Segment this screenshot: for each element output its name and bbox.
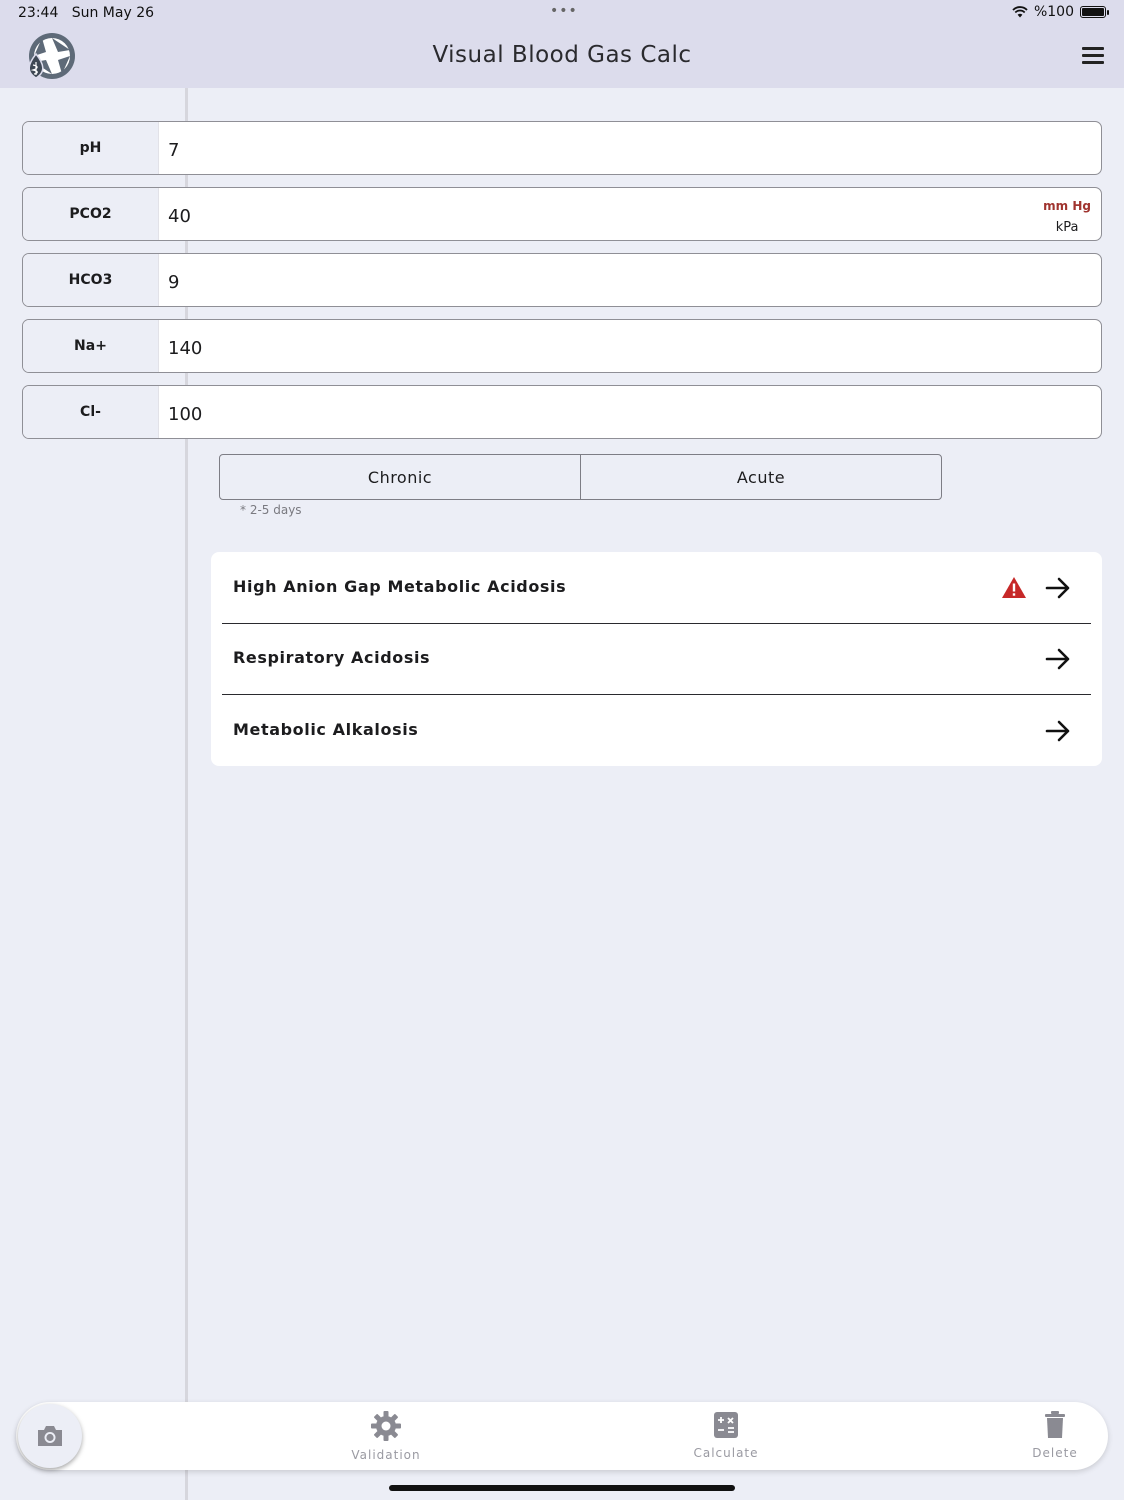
cl-input[interactable] — [168, 386, 1091, 438]
na-label: Na+ — [23, 320, 159, 372]
tab-validation[interactable]: Validation — [336, 1410, 436, 1462]
ph-field[interactable]: pH — [22, 121, 1102, 175]
multitasking-dots-icon[interactable]: ••• — [550, 3, 578, 19]
arrow-right-icon[interactable] — [1045, 719, 1071, 743]
chronicity-segmented-control[interactable]: Chronic Acute — [219, 454, 942, 500]
gear-icon — [371, 1411, 401, 1441]
arrow-right-icon[interactable] — [1045, 576, 1071, 600]
camera-button[interactable] — [18, 1404, 82, 1468]
result-row[interactable]: Metabolic Alkalosis — [222, 695, 1091, 766]
acute-option[interactable]: Acute — [580, 455, 941, 499]
ph-label: pH — [23, 122, 159, 174]
result-label: Respiratory Acidosis — [233, 648, 431, 667]
hco3-label: HCO3 — [23, 254, 159, 306]
trash-icon — [1045, 1411, 1065, 1438]
tab-calculate[interactable]: Calculate — [676, 1410, 776, 1460]
warning-icon — [1002, 577, 1026, 598]
cl-label: Cl- — [23, 386, 159, 438]
pco2-label: PCO2 — [23, 188, 159, 240]
unit-mmhg-option[interactable]: mm Hg — [1043, 196, 1091, 217]
tab-calculate-label: Calculate — [693, 1446, 759, 1460]
result-row[interactable]: Respiratory Acidosis — [222, 623, 1091, 695]
chronic-option[interactable]: Chronic — [220, 455, 580, 499]
wifi-icon — [1012, 6, 1028, 18]
tab-delete[interactable]: Delete — [1005, 1410, 1105, 1460]
battery-icon — [1080, 6, 1109, 18]
na-input[interactable] — [168, 320, 1091, 372]
pco2-field[interactable]: PCO2 mm Hg kPa — [22, 187, 1102, 241]
bottom-tab-bar — [16, 1402, 1108, 1470]
status-time: 23:44 Sun May 26 — [18, 5, 155, 21]
chronic-duration-note: * 2-5 days — [240, 503, 302, 517]
status-indicators: %100 — [1012, 4, 1109, 20]
tab-delete-label: Delete — [1032, 1446, 1078, 1460]
result-label: Metabolic Alkalosis — [233, 720, 419, 739]
pco2-unit-toggle[interactable]: mm Hg kPa — [1043, 196, 1091, 238]
hamburger-menu-icon[interactable] — [1082, 47, 1104, 65]
home-indicator[interactable] — [389, 1485, 735, 1491]
cl-field[interactable]: Cl- — [22, 385, 1102, 439]
hco3-field[interactable]: HCO3 — [22, 253, 1102, 307]
pco2-input[interactable] — [168, 188, 1021, 240]
hco3-input[interactable] — [168, 254, 1091, 306]
result-row[interactable]: High Anion Gap Metabolic Acidosis — [222, 552, 1091, 624]
results-card: High Anion Gap Metabolic Acidosis Respir… — [211, 552, 1102, 766]
calculator-icon — [714, 1412, 738, 1438]
header-bar: 23:44 Sun May 26 ••• %100 Visual Blood G… — [0, 0, 1124, 88]
unit-kpa-option[interactable]: kPa — [1043, 217, 1091, 238]
na-field[interactable]: Na+ — [22, 319, 1102, 373]
app-title: Visual Blood Gas Calc — [432, 42, 692, 68]
arrow-right-icon[interactable] — [1045, 647, 1071, 671]
battery-percent: %100 — [1033, 4, 1074, 20]
tab-validation-label: Validation — [351, 1448, 421, 1462]
result-label: High Anion Gap Metabolic Acidosis — [233, 577, 567, 596]
ph-input[interactable] — [168, 122, 1091, 174]
camera-icon — [38, 1426, 62, 1446]
